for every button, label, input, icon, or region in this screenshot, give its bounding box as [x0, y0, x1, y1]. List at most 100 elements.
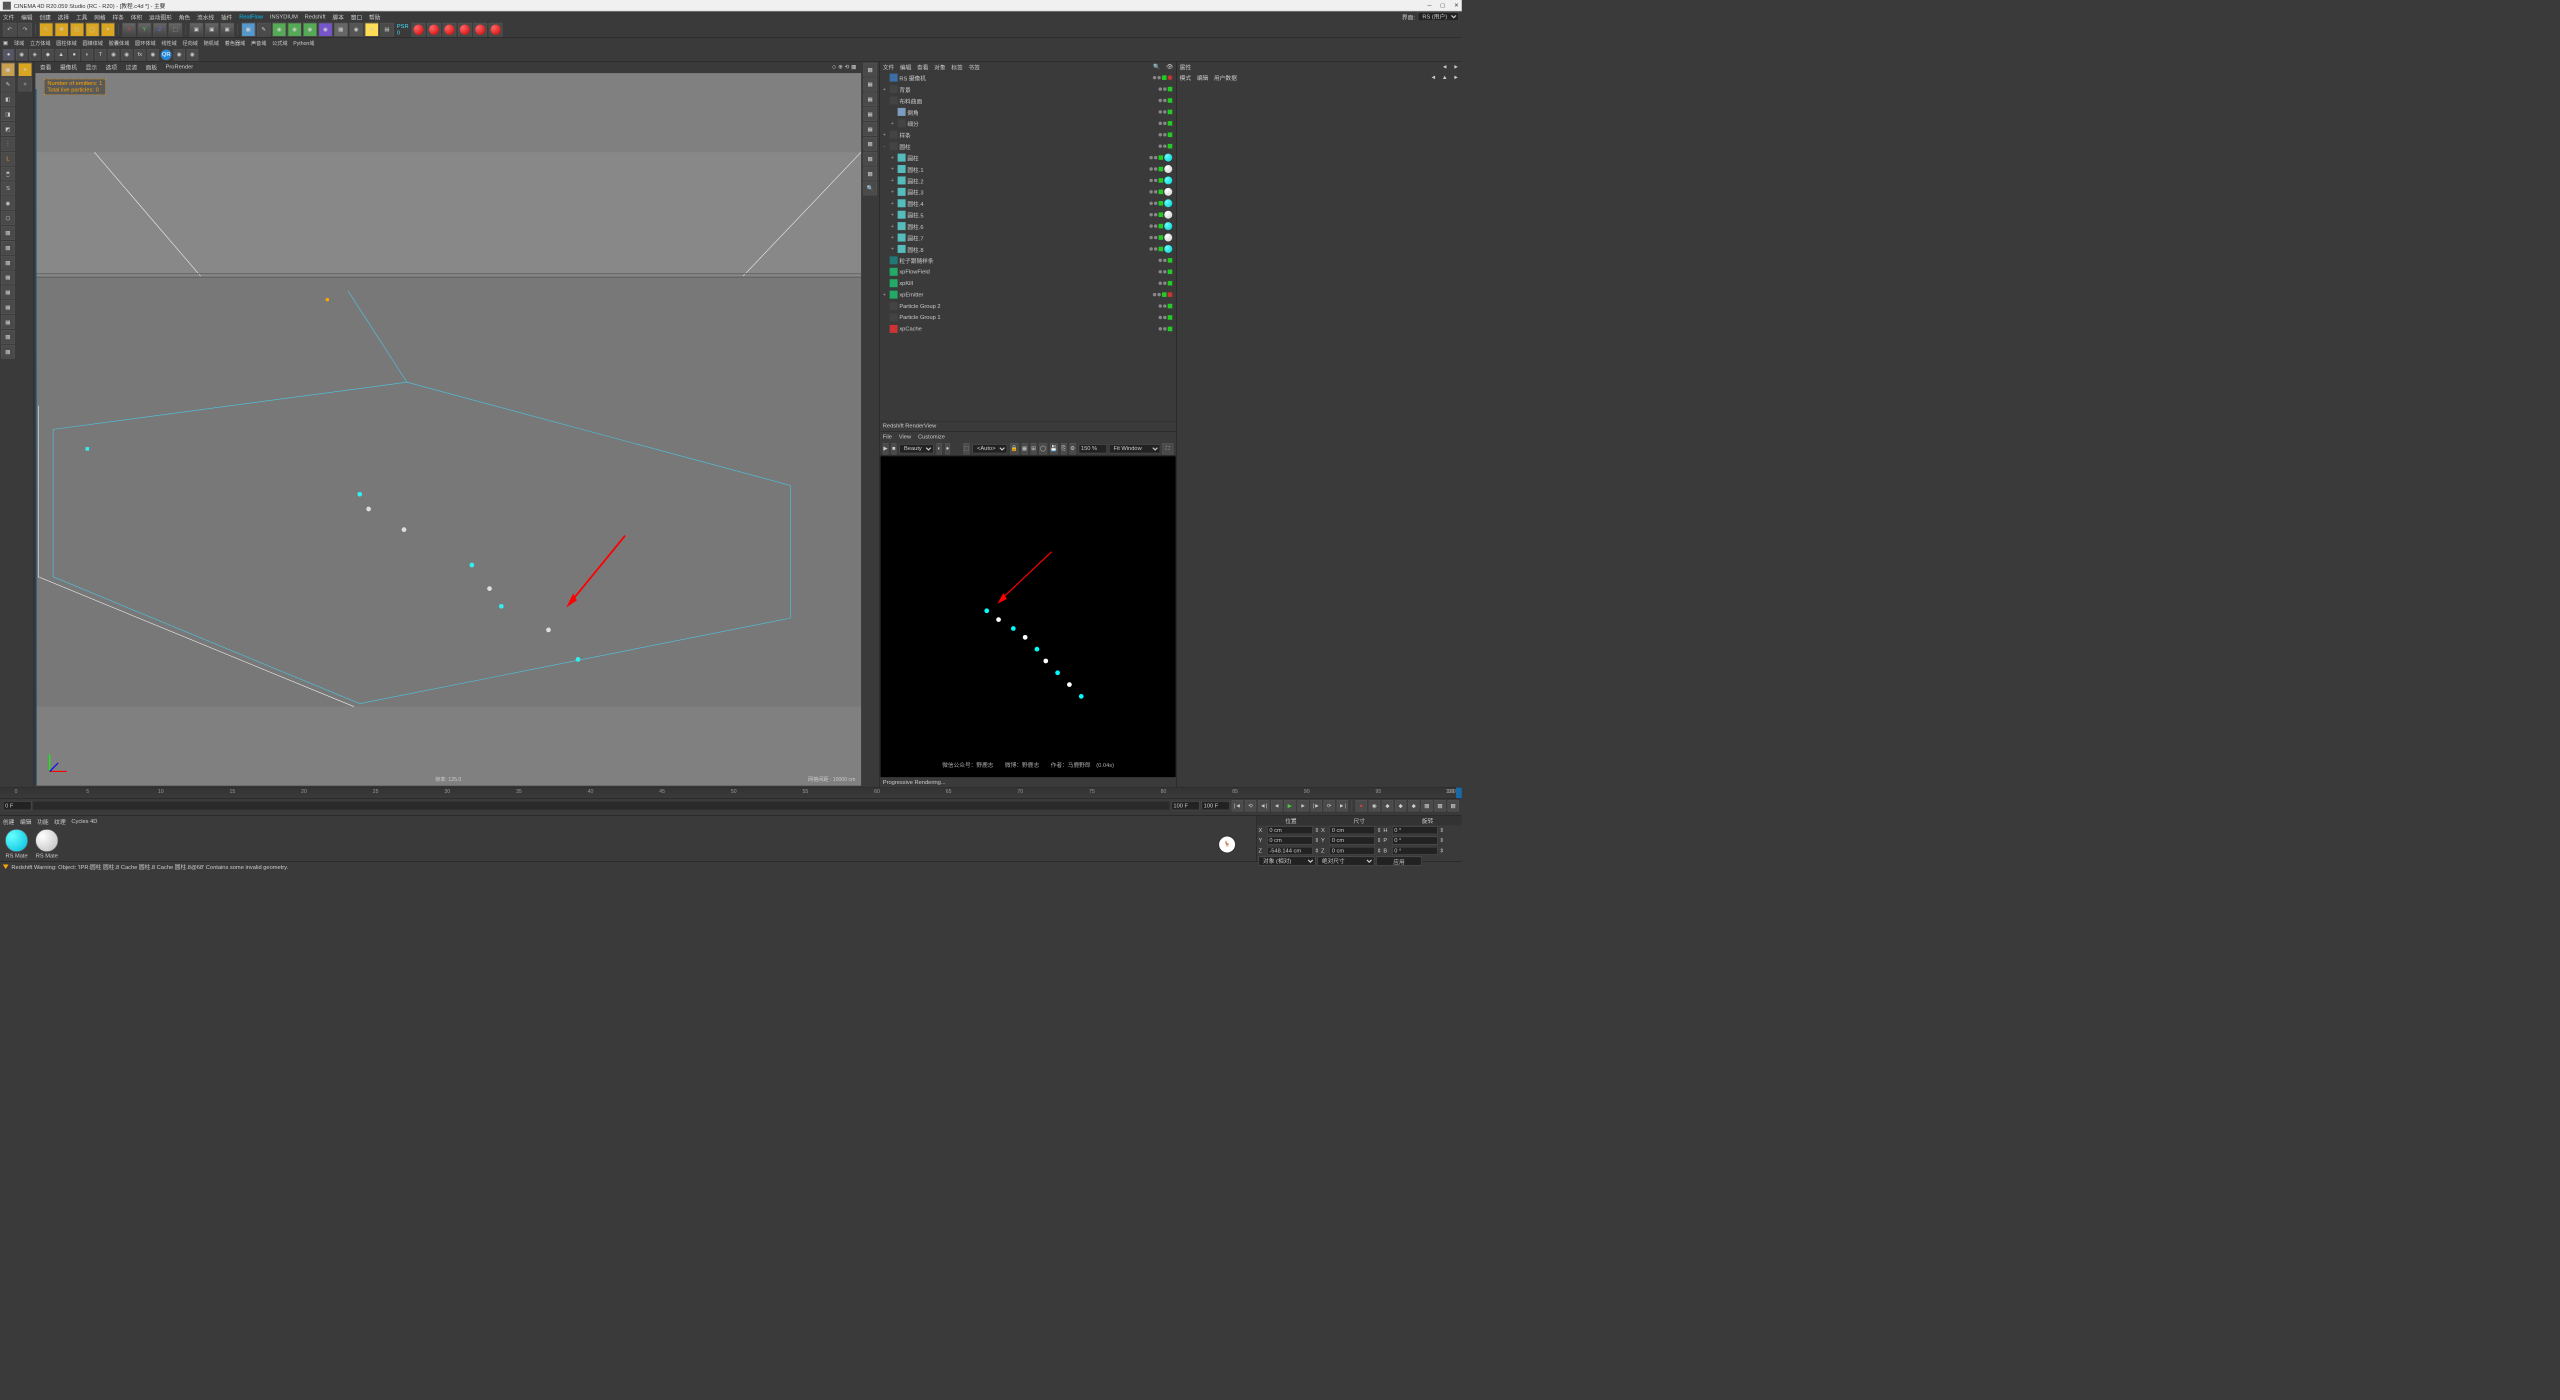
object-row[interactable]: 倒角 [880, 106, 1176, 117]
lt-mode3[interactable]: ◩ [1, 122, 15, 136]
render-copy-button[interactable]: ⎘ [1061, 443, 1067, 454]
render-menu-customize[interactable]: Customize [918, 434, 945, 440]
grid-button[interactable]: ▦ [334, 23, 348, 37]
tb2-qr[interactable]: QR [160, 49, 171, 60]
vp-menu-camera[interactable]: 摄像机 [60, 63, 77, 72]
ri-8[interactable]: ▦ [863, 167, 877, 181]
tb2-14[interactable]: ◉ [187, 49, 198, 60]
object-row[interactable]: + xpEmitter [880, 289, 1176, 300]
coord-rot-input[interactable] [1392, 826, 1438, 834]
expand-toggle[interactable]: - [881, 143, 888, 149]
object-tags[interactable] [1159, 304, 1176, 309]
object-tags[interactable] [1159, 132, 1176, 137]
ri-7[interactable]: ▦ [863, 152, 877, 166]
coord-sys-button[interactable]: ⬚ [168, 23, 182, 37]
object-row[interactable]: + 圆柱.2 [880, 175, 1176, 186]
lt-cube[interactable]: ▣ [1, 63, 15, 77]
tb2-6[interactable]: ● [69, 49, 80, 60]
lt-s[interactable]: S [1, 182, 15, 196]
object-row[interactable]: + 背景 [880, 83, 1176, 94]
menu-create[interactable]: 创建 [39, 12, 50, 21]
object-tags[interactable] [1149, 199, 1175, 207]
object-row[interactable]: xpFlowField [880, 266, 1176, 277]
tb2-4[interactable]: ◆ [42, 49, 53, 60]
tl-key-r[interactable]: ◆ [1408, 800, 1419, 811]
object-tags[interactable] [1153, 75, 1175, 80]
object-row[interactable]: + 细分 [880, 118, 1176, 129]
object-tags[interactable] [1149, 176, 1175, 184]
scale-tool[interactable]: ◰ [70, 23, 84, 37]
timeline-ruler[interactable]: 100 F 0510152025303540455055606570758085… [0, 787, 1462, 798]
lt-mode2[interactable]: ◨ [1, 107, 15, 121]
object-tags[interactable] [1159, 98, 1176, 103]
ri-4[interactable]: ▦ [863, 107, 877, 121]
tb2-2[interactable]: ◉ [16, 49, 27, 60]
close-button[interactable]: ✕ [1454, 2, 1459, 8]
render-grid-button[interactable]: ▦ [1021, 443, 1028, 454]
tl-goto-end[interactable]: ►| [1337, 800, 1348, 811]
vp-nav-2[interactable]: ⊕ [838, 64, 843, 70]
object-tags[interactable] [1159, 327, 1176, 332]
object-row[interactable]: Particle Group 2 [880, 300, 1176, 311]
ri-search[interactable]: 🔍 [863, 182, 877, 196]
camera-button[interactable]: ◉ [349, 23, 363, 37]
lt-mouse[interactable]: 🖱 [1, 167, 15, 181]
menu-edit[interactable]: 编辑 [21, 12, 32, 21]
lt-ext1[interactable]: ▦ [1, 226, 15, 240]
object-row[interactable]: RS 摄像机 [880, 72, 1176, 83]
rs-sphere-3[interactable] [442, 23, 456, 37]
timeline-track[interactable] [33, 802, 1169, 810]
tl-prev-frame[interactable]: ◄ [1271, 800, 1282, 811]
boole-button[interactable]: ◉ [319, 23, 333, 37]
menu-window[interactable]: 窗口 [351, 12, 362, 21]
material-swatch-2[interactable]: RS Mate [33, 829, 60, 859]
lt-ext3[interactable]: ▦ [1, 256, 15, 270]
coord-rot-input[interactable] [1392, 837, 1438, 845]
lt2-axis[interactable]: ✦ [18, 63, 32, 77]
tl-end-input[interactable] [1201, 801, 1230, 810]
vp-menu-prorender[interactable]: ProRender [166, 64, 194, 70]
tb2-1[interactable]: ● [3, 49, 14, 60]
menu-file[interactable]: 文件 [3, 12, 14, 21]
attr-tab-userdata[interactable]: 用户数据 [1214, 73, 1237, 82]
attr-nav-next[interactable]: ► [1453, 74, 1459, 80]
mat-menu-texture[interactable]: 纹理 [54, 817, 65, 826]
field-capsule[interactable]: 胶囊体域 [109, 39, 130, 46]
lt2-wand[interactable]: ✧ [18, 78, 32, 92]
last-tool[interactable]: ✦ [101, 23, 115, 37]
ri-5[interactable]: ▦ [863, 122, 877, 136]
ri-6[interactable]: ▦ [863, 137, 877, 151]
vp-menu-view[interactable]: 查看 [40, 63, 51, 72]
rotate-tool[interactable]: ◯ [86, 23, 100, 37]
render-menu-file[interactable]: File [883, 434, 892, 440]
vp-menu-options[interactable]: 选项 [106, 63, 117, 72]
field-python[interactable]: Python域 [293, 39, 314, 46]
object-row[interactable]: + 圆柱.8 [880, 243, 1176, 254]
object-tags[interactable] [1159, 315, 1176, 320]
subdiv-button[interactable]: ◉ [272, 23, 286, 37]
object-tags[interactable] [1159, 87, 1176, 92]
tl-ext3[interactable]: ▦ [1447, 800, 1458, 811]
object-tags[interactable] [1153, 292, 1175, 297]
attr-tab-edit[interactable]: 编辑 [1197, 73, 1208, 82]
undo-button[interactable]: ↶ [3, 23, 17, 37]
tl-loop[interactable]: ⟳ [1324, 800, 1335, 811]
object-row[interactable]: + 圆柱 [880, 152, 1176, 163]
obj-menu-view[interactable]: 查看 [917, 63, 928, 72]
lt-hex[interactable]: ⬡ [1, 211, 15, 225]
menu-realflow[interactable]: RealFlow [239, 13, 263, 19]
menu-mesh[interactable]: 网格 [94, 12, 105, 21]
field-shader[interactable]: 着色器域 [225, 39, 246, 46]
object-row[interactable]: 布料曲面 [880, 95, 1176, 106]
lt-ext5[interactable]: ▦ [1, 286, 15, 300]
menu-spline[interactable]: 样条 [112, 12, 123, 21]
light-button[interactable]: ☀ [365, 23, 379, 37]
tl-cur-input[interactable] [1171, 801, 1200, 810]
ri-1[interactable]: ▦ [863, 63, 877, 77]
render-view[interactable]: 微信公众号：野鹿志 微博：野鹿志 作者：马鹿野郎 (0.04s) [880, 456, 1175, 777]
expand-toggle[interactable]: + [881, 132, 888, 138]
minimize-button[interactable]: ─ [1428, 2, 1432, 8]
menu-plugins[interactable]: 插件 [221, 12, 232, 21]
field-torus[interactable]: 圆环体域 [135, 39, 156, 46]
lt-ext2[interactable]: ▦ [1, 241, 15, 255]
